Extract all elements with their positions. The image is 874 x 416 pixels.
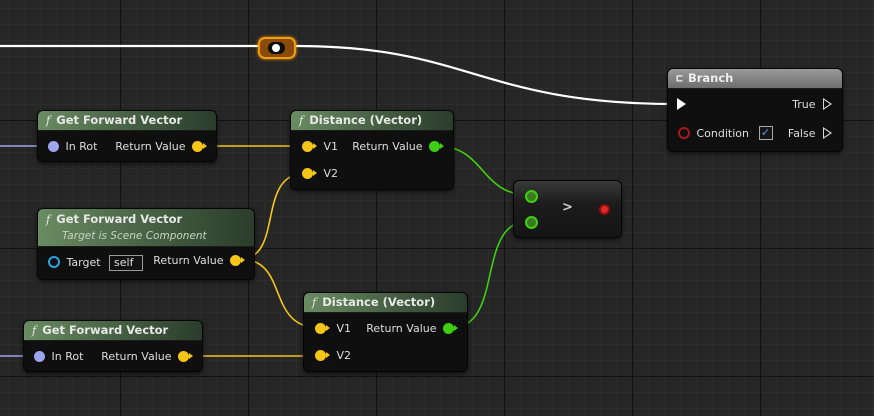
pin-arrow-icon: [326, 325, 330, 331]
dist-bottom-header[interactable]: f Distance (Vector): [304, 293, 467, 313]
compare-b-pin[interactable]: [525, 216, 538, 229]
pin-arrow-icon: [454, 325, 458, 331]
gfv-top-header[interactable]: f Get Forward Vector: [38, 111, 216, 131]
gfv-mid-subtitle: Target is Scene Component: [62, 230, 207, 242]
branch-false-label: False: [787, 127, 816, 140]
branch-true-pin[interactable]: True: [792, 98, 832, 112]
pin-arrow-icon: [313, 170, 317, 176]
condition-checkbox[interactable]: ✓: [758, 126, 773, 140]
gfv-mid-target-label: Target: [66, 256, 101, 269]
exec-wire-to-branch[interactable]: [295, 44, 677, 106]
vector-pin-icon: [315, 322, 326, 334]
gfv-top-title: Get Forward Vector: [56, 113, 183, 127]
dist-bottom-return-label: Return Value: [366, 322, 437, 335]
function-icon: f: [312, 295, 317, 309]
reroute-node[interactable]: [258, 37, 296, 59]
branch-header[interactable]: ⊏ Branch: [668, 69, 842, 89]
gfv-mid-header[interactable]: f Get Forward Vector Target is Scene Comp…: [38, 209, 254, 247]
greater-than-node[interactable]: >: [513, 180, 622, 238]
exec-in-arrow-icon: [677, 98, 686, 110]
pin-arrow-icon: [313, 143, 317, 149]
gfv-bottom-return-label: Return Value: [101, 350, 172, 363]
get-forward-vector-node-mid[interactable]: f Get Forward Vector Target is Scene Comp…: [37, 208, 255, 280]
gfv-top-return-label: Return Value: [115, 140, 186, 153]
dist-bottom-return-pin[interactable]: Return Value: [366, 322, 458, 336]
exec-out-true-icon: [823, 98, 832, 110]
dist-top-v2-pin[interactable]: V2: [302, 167, 338, 181]
dist-top-v1-pin[interactable]: V1: [302, 140, 338, 154]
gfv-mid-return-pin[interactable]: Return Value: [153, 254, 245, 268]
dist-top-return-label: Return Value: [352, 140, 423, 153]
vector-pin-icon: [302, 140, 313, 152]
branch-node[interactable]: ⊏ Branch True Condition ✓ False: [667, 68, 843, 152]
gfv-mid-target-pin[interactable]: Target self: [48, 255, 144, 271]
compare-a-pin[interactable]: [525, 190, 538, 203]
branch-icon: ⊏: [676, 71, 683, 85]
function-icon: f: [32, 323, 37, 337]
exec-out-false-icon: [823, 127, 832, 139]
gfv-top-in-rot-pin[interactable]: In Rot: [48, 140, 97, 154]
reroute-knot[interactable]: [268, 42, 285, 54]
gfv-bottom-title: Get Forward Vector: [42, 323, 169, 337]
branch-condition-pin[interactable]: Condition ✓: [678, 126, 773, 141]
compare-operator-label: >: [562, 200, 573, 215]
dist-bottom-v2-pin[interactable]: V2: [315, 349, 351, 363]
bool-pin-icon: [678, 127, 690, 139]
vector-pin-icon: [302, 167, 313, 179]
rotator-pin-icon: [48, 140, 59, 152]
dist-top-header[interactable]: f Distance (Vector): [291, 111, 453, 131]
distance-vector-node-bottom[interactable]: f Distance (Vector) V1 V2 Return Value: [303, 292, 468, 372]
float-pin-icon: [443, 322, 454, 334]
pin-arrow-icon: [241, 257, 245, 263]
dist-top-v2-label: V2: [323, 167, 339, 180]
gfv-mid-return-label: Return Value: [153, 254, 224, 267]
reroute-exec-pin[interactable]: [272, 44, 280, 52]
dist-bottom-title: Distance (Vector): [322, 295, 436, 309]
vector-pin-icon: [192, 140, 203, 152]
dist-bottom-v2-label: V2: [336, 349, 352, 362]
branch-exec-in-pin[interactable]: [677, 98, 686, 112]
gfv-top-in-label: In Rot: [65, 140, 98, 153]
dist-top-v1-label: V1: [323, 140, 339, 153]
compare-bool-output-pin[interactable]: [599, 204, 610, 215]
pin-arrow-icon: [203, 143, 207, 149]
rotator-pin-icon: [34, 350, 45, 362]
gfv-mid-title: Get Forward Vector: [56, 212, 183, 226]
pin-arrow-icon: [189, 353, 193, 359]
gfv-bottom-in-label: In Rot: [51, 350, 84, 363]
vector-pin-icon: [178, 350, 189, 362]
vector-pin-icon: [230, 254, 241, 266]
function-icon: f: [46, 113, 51, 127]
dist-top-title: Distance (Vector): [309, 113, 423, 127]
gfv-bottom-return-pin[interactable]: Return Value: [101, 350, 193, 364]
branch-condition-label: Condition: [696, 127, 750, 140]
dist-bottom-v1-pin[interactable]: V1: [315, 322, 351, 336]
dist-top-return-pin[interactable]: Return Value: [352, 140, 444, 154]
blueprint-graph[interactable]: ⊏ Branch True Condition ✓ False f Get Forw…: [0, 0, 874, 416]
get-forward-vector-node-bottom[interactable]: f Get Forward Vector In Rot Return Value: [23, 320, 203, 372]
distance-vector-node-top[interactable]: f Distance (Vector) V1 V2 Return Value: [290, 110, 454, 190]
gfv-bottom-header[interactable]: f Get Forward Vector: [24, 321, 202, 341]
function-icon: f: [46, 212, 51, 226]
vector-pin-icon: [315, 349, 326, 361]
float-pin-icon: [429, 140, 440, 152]
pin-arrow-icon: [326, 352, 330, 358]
branch-false-pin[interactable]: False: [788, 127, 832, 141]
gfv-top-return-pin[interactable]: Return Value: [115, 140, 207, 154]
dist-bottom-v1-label: V1: [336, 322, 352, 335]
target-self-field[interactable]: self: [109, 255, 144, 271]
pin-arrow-icon: [440, 143, 444, 149]
get-forward-vector-node-top[interactable]: f Get Forward Vector In Rot Return Value: [37, 110, 217, 162]
branch-true-label: True: [792, 98, 816, 111]
function-icon: f: [299, 113, 304, 127]
gfv-bottom-in-rot-pin[interactable]: In Rot: [34, 350, 83, 364]
branch-title: Branch: [687, 71, 734, 85]
object-pin-icon: [48, 256, 60, 268]
